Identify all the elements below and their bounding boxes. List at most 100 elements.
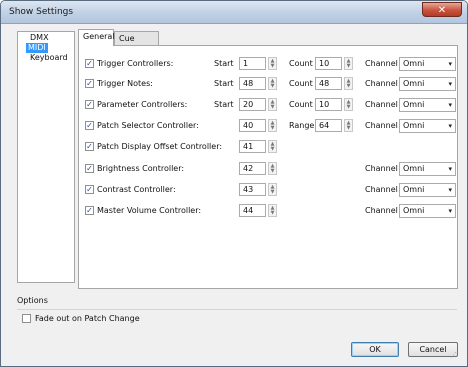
- channel-select[interactable]: Omni ▾: [399, 77, 456, 91]
- channel-select[interactable]: Omni ▾: [399, 57, 456, 71]
- resize-grip-icon[interactable]: ⋰: [450, 350, 460, 360]
- count-label: Count: [289, 100, 313, 109]
- setting-row: ✓ Contrast Controller: 43 ▲ ▼ Channel Omni ▾: [79, 183, 457, 197]
- controller-number-spin-buttons[interactable]: ▲ ▼: [268, 162, 277, 175]
- controller-number-input[interactable]: 44: [239, 204, 266, 217]
- setting-row: ✓ Master Volume Controller: 44 ▲ ▼ Channel Omn…: [79, 204, 457, 218]
- channel-value: Omni: [403, 59, 425, 68]
- dialog-separator: [17, 309, 457, 310]
- channel-label: Channel: [365, 206, 398, 215]
- controller-number-spin-buttons[interactable]: ▲ ▼: [268, 204, 277, 217]
- tree-item-keyboard[interactable]: Keyboard: [28, 53, 70, 63]
- chevron-down-icon: ▾: [448, 207, 452, 215]
- channel-label: Channel: [365, 121, 398, 130]
- enable-checkbox[interactable]: ✓: [85, 59, 94, 68]
- start-input[interactable]: 20: [239, 98, 266, 111]
- check-icon: ✓: [86, 206, 93, 215]
- chevron-down-icon: ▼: [270, 168, 275, 174]
- start-input[interactable]: 48: [239, 77, 266, 90]
- setting-row: ✓ Trigger Notes: Start 48 ▲ ▼ Count 48 ▲ ▼ Channel…: [79, 77, 457, 91]
- enable-checkbox[interactable]: ✓: [85, 79, 94, 88]
- chevron-down-icon: ▾: [448, 165, 452, 173]
- count-spin-buttons[interactable]: ▲ ▼: [344, 77, 353, 90]
- check-icon: ✓: [86, 100, 93, 109]
- check-icon: ✓: [86, 142, 93, 151]
- fade-out-label: Fade out on Patch Change: [35, 314, 140, 323]
- count-spin-buttons[interactable]: ▲ ▼: [344, 57, 353, 70]
- chevron-down-icon: ▼: [270, 83, 275, 89]
- ok-button[interactable]: OK: [351, 342, 399, 357]
- start-label: Start: [214, 100, 234, 109]
- check-icon: ✓: [86, 79, 93, 88]
- range-input[interactable]: 64: [315, 119, 342, 132]
- enable-checkbox[interactable]: ✓: [85, 185, 94, 194]
- controller-number-spin-buttons[interactable]: ▲ ▼: [268, 119, 277, 132]
- chevron-down-icon: ▾: [448, 186, 452, 194]
- count-label: Count: [289, 59, 313, 68]
- controller-number-input[interactable]: 40: [239, 119, 266, 132]
- count-label: Count: [289, 79, 313, 88]
- channel-label: Channel: [365, 185, 398, 194]
- chevron-down-icon: ▾: [448, 60, 452, 68]
- range-label: Range: [289, 121, 315, 130]
- channel-value: Omni: [403, 206, 425, 215]
- enable-checkbox[interactable]: ✓: [85, 206, 94, 215]
- chevron-down-icon: ▾: [448, 122, 452, 130]
- tab-cue-player[interactable]: Cue Player: [114, 31, 159, 56]
- setting-label: Contrast Controller:: [97, 185, 176, 194]
- check-icon: ✓: [86, 164, 93, 173]
- controller-number-input[interactable]: 42: [239, 162, 266, 175]
- channel-select[interactable]: Omni ▾: [399, 183, 456, 197]
- start-spin-buttons[interactable]: ▲ ▼: [268, 57, 277, 70]
- range-spin-buttons[interactable]: ▲ ▼: [344, 119, 353, 132]
- fade-out-checkbox[interactable]: [22, 314, 31, 323]
- setting-label: Brightness Controller:: [97, 164, 185, 173]
- chevron-down-icon: ▼: [346, 125, 351, 131]
- title-bar[interactable]: Show Settings ✕: [1, 1, 467, 24]
- enable-checkbox[interactable]: ✓: [85, 142, 94, 151]
- channel-value: Omni: [403, 164, 425, 173]
- setting-label: Master Volume Controller:: [97, 206, 202, 215]
- channel-label: Channel: [365, 100, 398, 109]
- count-spin-buttons[interactable]: ▲ ▼: [344, 98, 353, 111]
- start-input[interactable]: 1: [239, 57, 266, 70]
- count-input[interactable]: 10: [315, 98, 342, 111]
- chevron-down-icon: ▾: [448, 101, 452, 109]
- count-input[interactable]: 48: [315, 77, 342, 90]
- channel-select[interactable]: Omni ▾: [399, 162, 456, 176]
- check-icon: ✓: [86, 121, 93, 130]
- setting-row: ✓ Patch Display Offset Controller: 41 ▲ ▼: [79, 140, 457, 154]
- close-icon: ✕: [437, 5, 447, 16]
- tree-item-dmx[interactable]: DMX: [28, 33, 51, 43]
- category-tree: DMX MIDI Keyboard: [17, 31, 75, 283]
- chevron-down-icon: ▼: [270, 63, 275, 69]
- channel-value: Omni: [403, 185, 425, 194]
- setting-label: Patch Display Offset Controller:: [97, 142, 223, 151]
- setting-row: ✓ Brightness Controller: 42 ▲ ▼ Channel Omni ▾: [79, 162, 457, 176]
- enable-checkbox[interactable]: ✓: [85, 100, 94, 109]
- enable-checkbox[interactable]: ✓: [85, 121, 94, 130]
- channel-value: Omni: [403, 100, 425, 109]
- count-input[interactable]: 10: [315, 57, 342, 70]
- controller-number-spin-buttons[interactable]: ▲ ▼: [268, 183, 277, 196]
- close-button[interactable]: ✕: [422, 2, 462, 17]
- channel-value: Omni: [403, 121, 425, 130]
- controller-number-input[interactable]: 43: [239, 183, 266, 196]
- start-spin-buttons[interactable]: ▲ ▼: [268, 98, 277, 111]
- channel-label: Channel: [365, 164, 398, 173]
- start-spin-buttons[interactable]: ▲ ▼: [268, 77, 277, 90]
- chevron-down-icon: ▼: [346, 63, 351, 69]
- enable-checkbox[interactable]: ✓: [85, 164, 94, 173]
- channel-label: Channel: [365, 59, 398, 68]
- chevron-down-icon: ▼: [346, 104, 351, 110]
- start-label: Start: [214, 79, 234, 88]
- controller-number-spin-buttons[interactable]: ▲ ▼: [268, 140, 277, 153]
- tree-item-midi[interactable]: MIDI: [26, 43, 48, 53]
- tab-general[interactable]: General: [78, 29, 115, 46]
- channel-select[interactable]: Omni ▾: [399, 119, 456, 133]
- setting-row: ✓ Parameter Controllers: Start 20 ▲ ▼ Count 10 ▲…: [79, 98, 457, 112]
- check-icon: ✓: [86, 185, 93, 194]
- channel-select[interactable]: Omni ▾: [399, 204, 456, 218]
- controller-number-input[interactable]: 41: [239, 140, 266, 153]
- channel-select[interactable]: Omni ▾: [399, 98, 456, 112]
